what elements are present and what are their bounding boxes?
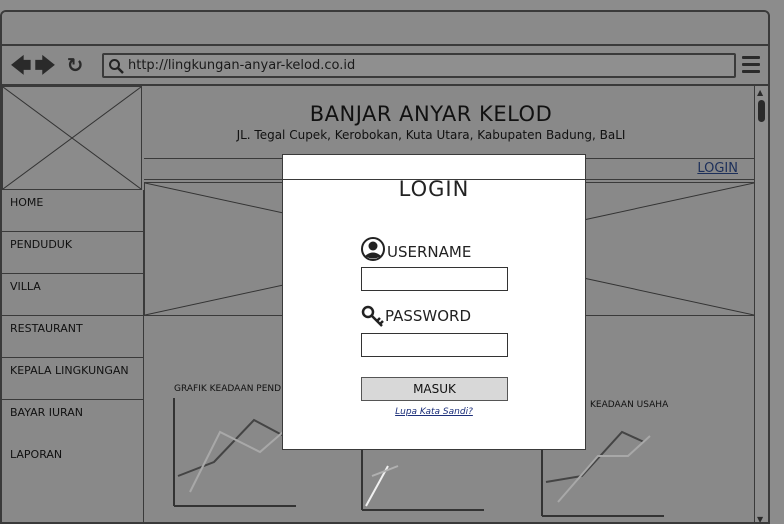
forgot-password-link[interactable]: Lupa Kata Sandi? [283,407,585,417]
modal-title: LOGIN [398,177,470,201]
password-label: PASSWORD [385,307,472,325]
username-input[interactable] [361,267,508,291]
username-label: USERNAME [387,243,472,261]
masuk-button[interactable]: MASUK [361,377,508,401]
user-icon [361,237,385,261]
login-modal: LOGIN USERNAME PASSWORD MASUK Lupa Kata … [282,154,586,450]
password-input[interactable] [361,333,508,357]
key-icon [361,305,384,327]
modal-overlay: LOGIN USERNAME PASSWORD MASUK Lupa Kata … [0,0,784,524]
